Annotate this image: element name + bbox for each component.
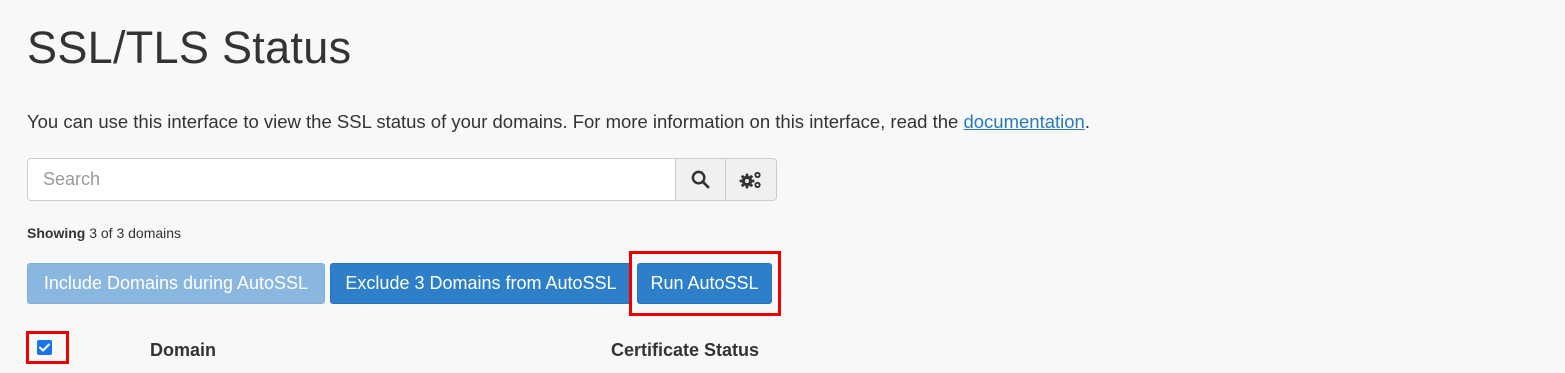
domain-count: Showing 3 of 3 domains [27, 224, 181, 242]
search-group [27, 158, 777, 201]
documentation-link[interactable]: documentation [963, 111, 1084, 132]
column-header-certificate-status[interactable]: Certificate Status [611, 340, 759, 360]
settings-button[interactable] [726, 158, 777, 201]
search-button[interactable] [676, 158, 726, 201]
domain-count-text: 3 of 3 domains [89, 225, 182, 241]
include-domains-button[interactable]: Include Domains during AutoSSL [27, 263, 325, 304]
select-all-checkbox[interactable] [37, 340, 52, 355]
intro-text-body: You can use this interface to view the S… [27, 111, 964, 132]
checkmark-icon [39, 343, 50, 352]
intro-text: You can use this interface to view the S… [27, 110, 1090, 134]
intro-text-end: . [1084, 111, 1090, 132]
exclude-domains-button[interactable]: Exclude 3 Domains from AutoSSL [330, 263, 632, 304]
page-title: SSL/TLS Status [27, 22, 352, 73]
domain-count-label: Showing [27, 225, 86, 241]
search-input[interactable] [27, 158, 676, 201]
run-autossl-button[interactable]: Run AutoSSL [637, 263, 772, 304]
search-icon [691, 170, 710, 189]
gears-icon [739, 171, 761, 188]
column-header-domain[interactable]: Domain [150, 340, 216, 360]
